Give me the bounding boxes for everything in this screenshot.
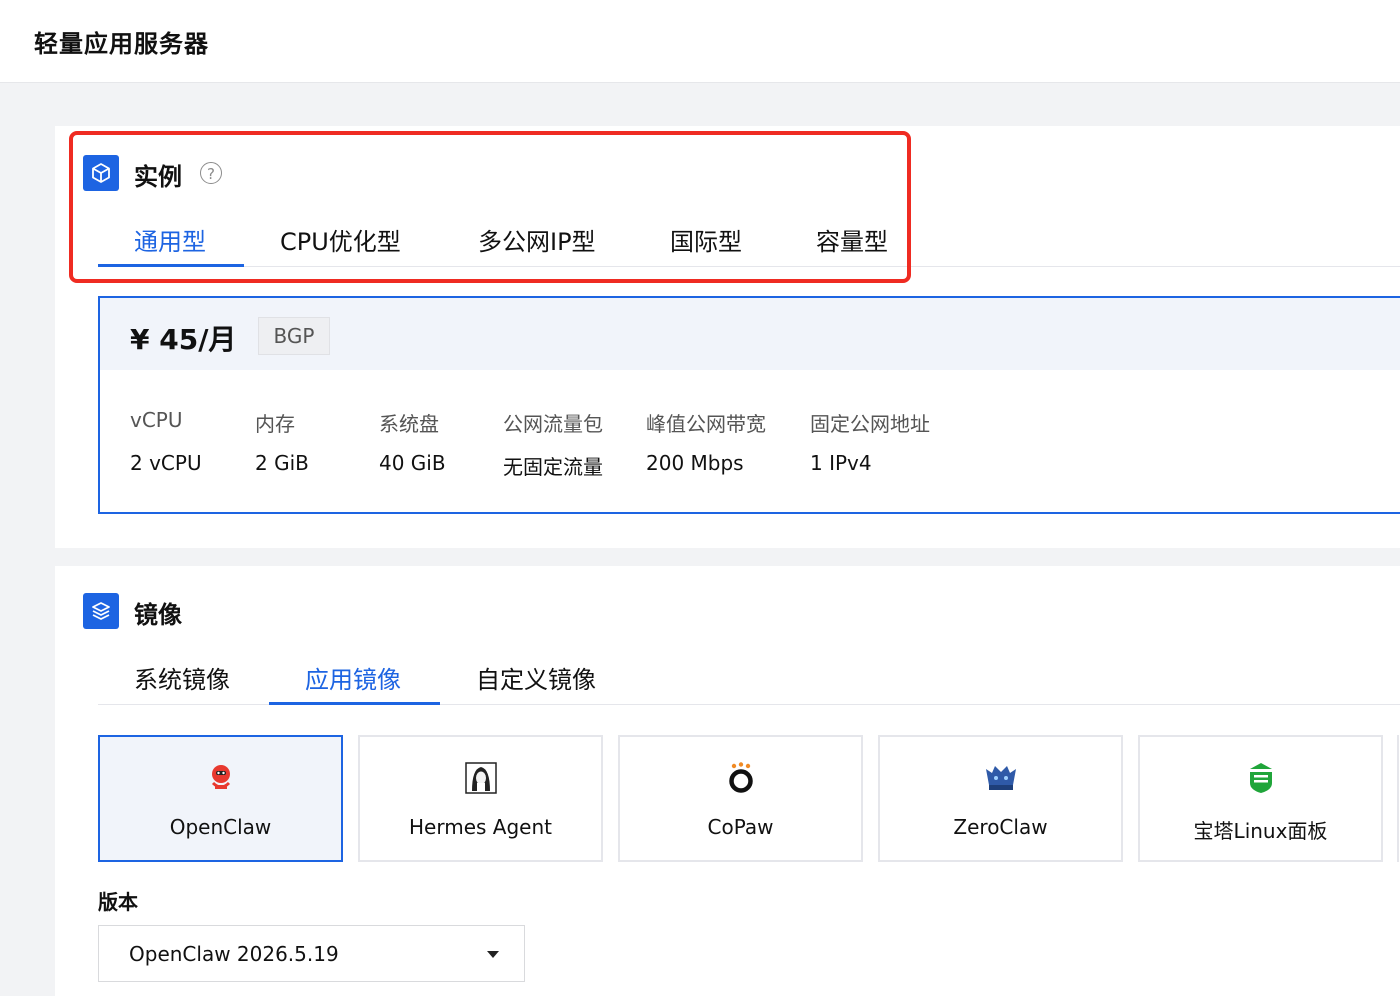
- version-select-value: OpenClaw 2026.5.19: [129, 942, 339, 966]
- spec-value-system-disk: 40 GiB: [379, 451, 446, 475]
- highlight-annotation-box: [69, 131, 911, 283]
- spec-value-memory: 2 GiB: [255, 451, 309, 475]
- image-card-baota-linux[interactable]: 宝塔Linux面板: [1138, 735, 1383, 862]
- hermes-agent-logo-icon: [462, 759, 500, 797]
- tab-custom-image[interactable]: 自定义镜像: [476, 660, 596, 695]
- plan-card-selected[interactable]: ¥ 45/月 BGP vCPU 2 vCPU 内存 2 GiB 系统盘 40 G…: [98, 296, 1400, 514]
- image-card-name: 宝塔Linux面板: [1193, 819, 1328, 843]
- spec-label-public-ip: 固定公网地址: [810, 412, 930, 436]
- image-card-name: Hermes Agent: [409, 815, 552, 839]
- version-label: 版本: [98, 890, 138, 914]
- copaw-logo-icon: [722, 759, 760, 797]
- image-card-copaw[interactable]: CoPaw: [618, 735, 863, 862]
- active-image-tab-indicator: [269, 702, 440, 705]
- bgp-badge: BGP: [258, 317, 330, 355]
- tab-system-image[interactable]: 系统镜像: [134, 660, 230, 695]
- image-card-hermes-agent[interactable]: Hermes Agent: [358, 735, 603, 862]
- page-title: 轻量应用服务器: [34, 30, 209, 58]
- baota-logo-icon: [1242, 759, 1280, 797]
- image-card-zeroclaw[interactable]: ZeroClaw: [878, 735, 1123, 862]
- plan-card-header: ¥ 45/月 BGP: [100, 298, 1400, 370]
- image-section-title: 镜像: [134, 601, 182, 629]
- spec-label-bandwidth: 峰值公网带宽: [646, 412, 766, 436]
- caret-down-icon: [487, 951, 499, 958]
- spec-value-traffic: 无固定流量: [503, 455, 603, 479]
- spec-label-vcpu: vCPU: [130, 408, 183, 432]
- image-card-openclaw[interactable]: OpenClaw: [98, 735, 343, 862]
- spec-label-traffic: 公网流量包: [503, 412, 603, 436]
- spec-value-public-ip: 1 IPv4: [810, 451, 872, 475]
- top-bar: 轻量应用服务器: [0, 0, 1400, 83]
- image-disk-icon: [83, 593, 119, 629]
- openclaw-logo-icon: [202, 759, 240, 797]
- version-select[interactable]: OpenClaw 2026.5.19: [98, 925, 525, 982]
- spec-label-system-disk: 系统盘: [379, 412, 439, 436]
- image-card-name: OpenClaw: [169, 815, 272, 839]
- zeroclaw-logo-icon: [982, 759, 1020, 797]
- image-card-name: ZeroClaw: [953, 815, 1048, 839]
- spec-label-memory: 内存: [255, 412, 295, 436]
- plan-price: ¥ 45/月: [130, 323, 237, 356]
- tab-app-image[interactable]: 应用镜像: [305, 660, 401, 695]
- spec-value-bandwidth: 200 Mbps: [646, 451, 744, 475]
- spec-value-vcpu: 2 vCPU: [130, 451, 202, 475]
- image-card-name: CoPaw: [707, 815, 774, 839]
